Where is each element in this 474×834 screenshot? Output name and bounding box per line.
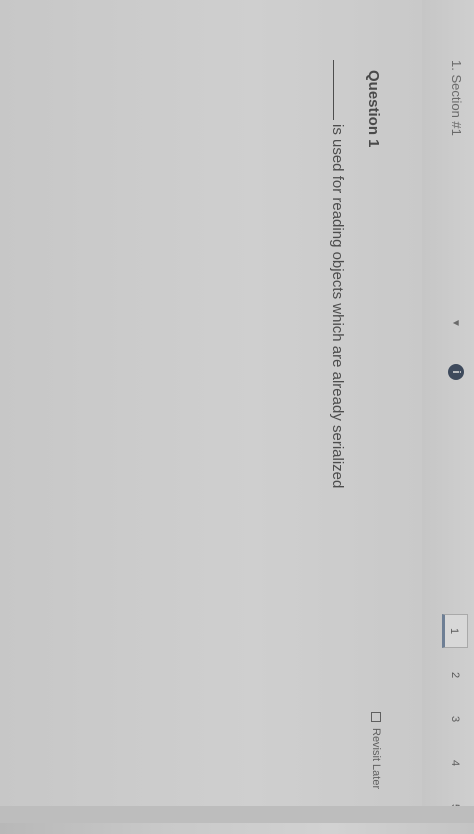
page-button-2[interactable]: 2 bbox=[442, 658, 468, 692]
screen-edge bbox=[0, 806, 474, 823]
page-button-1[interactable]: 1 bbox=[442, 614, 468, 648]
exam-screen: 1. Section #1 ▼ i 1 2 3 4 5 Question 1 R… bbox=[0, 0, 474, 823]
question-area: Question 1 Revisit Later is used for rea… bbox=[0, 0, 422, 823]
revisit-later-label: Revisit Later bbox=[370, 728, 382, 790]
question-body: is used for reading objects which are al… bbox=[329, 60, 346, 488]
header-bar: 1. Section #1 ▼ i 1 2 3 4 5 bbox=[421, 0, 474, 823]
question-title: Question 1 bbox=[365, 70, 382, 148]
chevron-down-icon[interactable]: ▼ bbox=[450, 318, 461, 328]
page-button-3[interactable]: 3 bbox=[442, 702, 468, 736]
question-text: is used for reading objects which are al… bbox=[329, 124, 346, 489]
page-button-4[interactable]: 4 bbox=[442, 746, 468, 780]
fill-in-blank bbox=[333, 60, 346, 120]
revisit-later-toggle[interactable]: Revisit Later bbox=[370, 712, 382, 789]
question-pager: 1 2 3 4 5 bbox=[440, 614, 468, 834]
info-icon[interactable]: i bbox=[448, 364, 464, 380]
section-selector[interactable]: 1. Section #1 bbox=[449, 60, 464, 136]
checkbox-icon[interactable] bbox=[371, 712, 381, 722]
